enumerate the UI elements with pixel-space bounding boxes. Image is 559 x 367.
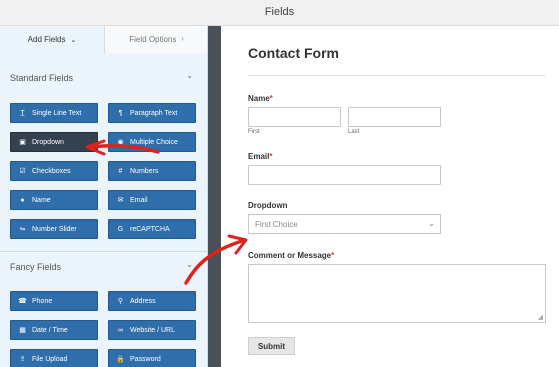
field-button-single-line-text[interactable]: T̲ Single Line Text xyxy=(10,103,98,123)
map-pin-icon: ⚲ xyxy=(117,298,124,305)
chevron-right-icon: › xyxy=(181,36,184,43)
field-button-number-slider[interactable]: ⇋ Number Slider xyxy=(10,219,98,239)
slider-icon: ⇋ xyxy=(19,226,26,233)
field-button-label: Multiple Choice xyxy=(130,138,178,146)
field-button-checkboxes[interactable]: ☑ Checkboxes xyxy=(10,161,98,181)
link-icon: ∞ xyxy=(118,326,123,334)
window-title: Fields xyxy=(264,6,295,18)
field-button-phone[interactable]: ☎ Phone xyxy=(10,291,98,311)
panel-tabs: Add Fields ⌄ Field Options › xyxy=(0,26,207,53)
resize-handle-icon[interactable]: ◢ xyxy=(538,313,543,321)
name-field-label: Name* xyxy=(248,94,273,103)
required-marker: * xyxy=(269,94,273,103)
name-label-text: Name xyxy=(248,94,270,103)
field-button-paragraph-text[interactable]: ¶ Paragraph Text xyxy=(108,103,196,123)
field-button-label: File Upload xyxy=(32,355,68,363)
field-button-label: Number Slider xyxy=(32,225,77,233)
chevron-down-icon: ⌄ xyxy=(428,219,435,228)
form-preview: Contact Form Name* First Last Email* Dro… xyxy=(221,26,559,367)
email-field-label: Email* xyxy=(248,152,272,161)
radio-icon: ◉ xyxy=(117,139,124,146)
field-button-dropdown[interactable]: ▣ Dropdown xyxy=(10,132,98,152)
last-sublabel: Last xyxy=(348,129,360,135)
google-icon: G xyxy=(117,225,124,233)
field-button-label: Email xyxy=(130,196,148,204)
lock-icon: 🔒 xyxy=(116,356,125,363)
name-first-input[interactable] xyxy=(248,107,341,127)
dropdown-selected-value: First Choice xyxy=(255,219,298,229)
field-button-label: reCAPTCHA xyxy=(130,225,170,233)
window-titlebar: Fields xyxy=(0,0,559,26)
required-marker: * xyxy=(269,152,273,161)
field-button-address[interactable]: ⚲ Address xyxy=(108,291,196,311)
field-button-label: Address xyxy=(130,297,156,305)
tab-add-fields-label: Add Fields xyxy=(27,35,66,44)
field-button-date-time[interactable]: ▦ Date / Time xyxy=(10,320,98,340)
field-button-multiple-choice[interactable]: ◉ Multiple Choice xyxy=(108,132,196,152)
field-button-label: Checkboxes xyxy=(32,167,71,175)
dropdown-field-label: Dropdown xyxy=(248,201,288,210)
envelope-icon: ✉ xyxy=(117,197,124,204)
phone-icon: ☎ xyxy=(18,298,27,305)
first-sublabel: First xyxy=(248,129,260,135)
user-icon: ● xyxy=(20,196,25,204)
email-input[interactable] xyxy=(248,165,441,185)
email-label-text: Email xyxy=(248,152,270,161)
submit-button[interactable]: Submit xyxy=(248,337,295,355)
name-last-input[interactable] xyxy=(348,107,441,127)
calendar-icon: ▦ xyxy=(19,327,26,334)
tab-field-options[interactable]: Field Options › xyxy=(104,26,207,53)
standard-fields-title: Standard Fields xyxy=(10,73,74,83)
chevron-down-icon: ⌄ xyxy=(70,36,77,44)
text-icon: T̲ xyxy=(20,109,25,117)
field-button-label: Password xyxy=(130,355,161,363)
field-button-label: Name xyxy=(32,196,51,204)
field-button-website-url[interactable]: ∞ Website / URL xyxy=(108,320,196,340)
field-button-label: Date / Time xyxy=(32,326,68,334)
field-button-label: Dropdown xyxy=(32,138,64,146)
field-button-label: Website / URL xyxy=(130,326,175,334)
panel-splitter xyxy=(208,26,221,367)
field-button-file-upload[interactable]: ⇪ File Upload xyxy=(10,349,98,367)
paragraph-icon: ¶ xyxy=(118,109,123,117)
field-button-label: Paragraph Text xyxy=(130,109,178,117)
message-field-label: Comment or Message* xyxy=(248,251,334,260)
field-button-numbers[interactable]: # Numbers xyxy=(108,161,196,181)
upload-icon: ⇪ xyxy=(19,356,26,363)
field-button-label: Phone xyxy=(32,297,53,305)
form-title: Contact Form xyxy=(248,45,339,61)
field-button-password[interactable]: 🔒 Password xyxy=(108,349,196,367)
section-divider xyxy=(0,251,207,252)
message-textarea[interactable]: ◢ xyxy=(248,264,546,323)
dropdown-icon: ▣ xyxy=(19,139,26,146)
hash-icon: # xyxy=(118,167,123,175)
field-button-label: Single Line Text xyxy=(32,109,82,117)
chevron-down-icon[interactable]: ⌄ xyxy=(186,71,193,80)
fields-panel: Add Fields ⌄ Field Options › Standard Fi… xyxy=(0,26,208,367)
field-button-label: Numbers xyxy=(130,167,159,175)
required-marker: * xyxy=(331,251,335,260)
tab-field-options-label: Field Options xyxy=(129,35,177,44)
dropdown-select[interactable]: First Choice ⌄ xyxy=(248,214,441,234)
field-button-recaptcha[interactable]: G reCAPTCHA xyxy=(108,219,196,239)
tab-add-fields[interactable]: Add Fields ⌄ xyxy=(0,26,104,53)
field-button-email[interactable]: ✉ Email xyxy=(108,190,196,210)
form-title-divider xyxy=(248,75,546,76)
field-button-name[interactable]: ● Name xyxy=(10,190,98,210)
message-label-text: Comment or Message xyxy=(248,251,332,260)
fancy-fields-title: Fancy Fields xyxy=(10,262,62,272)
checkbox-icon: ☑ xyxy=(19,168,26,175)
chevron-down-icon[interactable]: ⌄ xyxy=(186,260,193,269)
